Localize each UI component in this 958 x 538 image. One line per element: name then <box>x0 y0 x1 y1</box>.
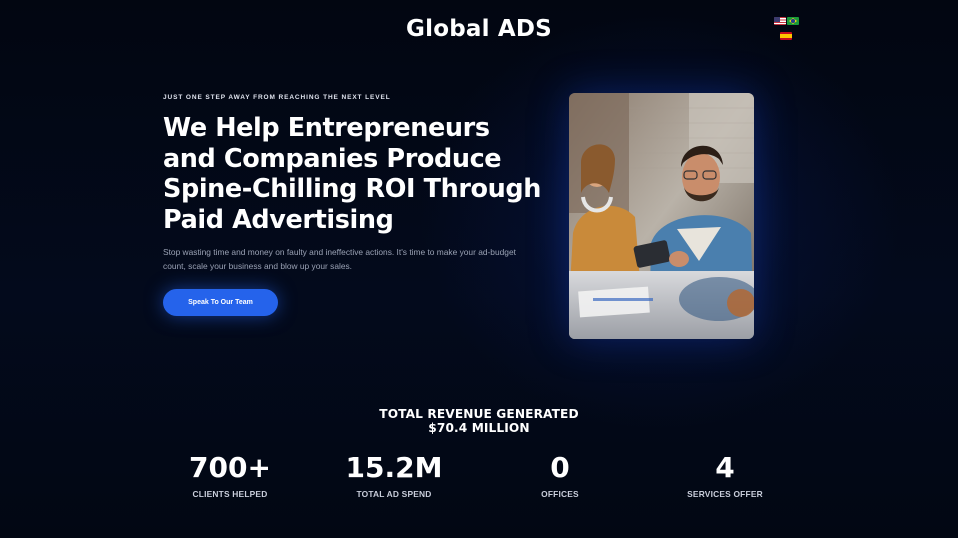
stat-offices: 0 OFFICES <box>480 451 640 500</box>
stat-label: SERVICES OFFER <box>687 489 763 499</box>
stat-label: CLIENTS HELPED <box>192 489 268 499</box>
brazil-flag-icon[interactable] <box>787 17 799 25</box>
stat-clients-helped: 700+ CLIENTS HELPED <box>150 451 310 500</box>
stat-label: OFFICES <box>541 489 579 499</box>
hero-subtext: Stop wasting time and money on faulty an… <box>163 247 516 271</box>
revenue-label: TOTAL REVENUE GENERATED <box>379 407 579 421</box>
stat-value: 4 <box>715 451 735 484</box>
hero-headline: We Help Entrepreneurs and Companies Prod… <box>163 113 541 235</box>
stat-value: 0 <box>550 451 570 484</box>
stat-label: TOTAL AD SPEND <box>356 489 432 499</box>
total-revenue-heading: TOTAL REVENUE GENERATED $70.4 MILLION <box>0 407 958 435</box>
stat-value: 15.2M <box>345 451 443 484</box>
stat-services-offer: 4 SERVICES OFFER <box>645 451 805 500</box>
stat-value: 700+ <box>189 451 271 484</box>
landing-page: Global ADS JUST ONE STEP AWAY FROM REACH… <box>0 0 958 538</box>
team-photo-image <box>569 93 754 339</box>
team-photo <box>569 93 754 339</box>
us-flag-icon[interactable] <box>774 17 786 25</box>
revenue-value: $70.4 MILLION <box>428 421 530 435</box>
speak-to-team-button[interactable]: Speak To Our Team <box>163 289 278 316</box>
stat-total-ad-spend: 15.2M TOTAL AD SPEND <box>314 451 474 500</box>
site-logo[interactable]: Global ADS <box>0 16 958 42</box>
hero-eyebrow: JUST ONE STEP AWAY FROM REACHING THE NEX… <box>163 94 391 101</box>
spain-flag-icon[interactable] <box>780 32 792 40</box>
